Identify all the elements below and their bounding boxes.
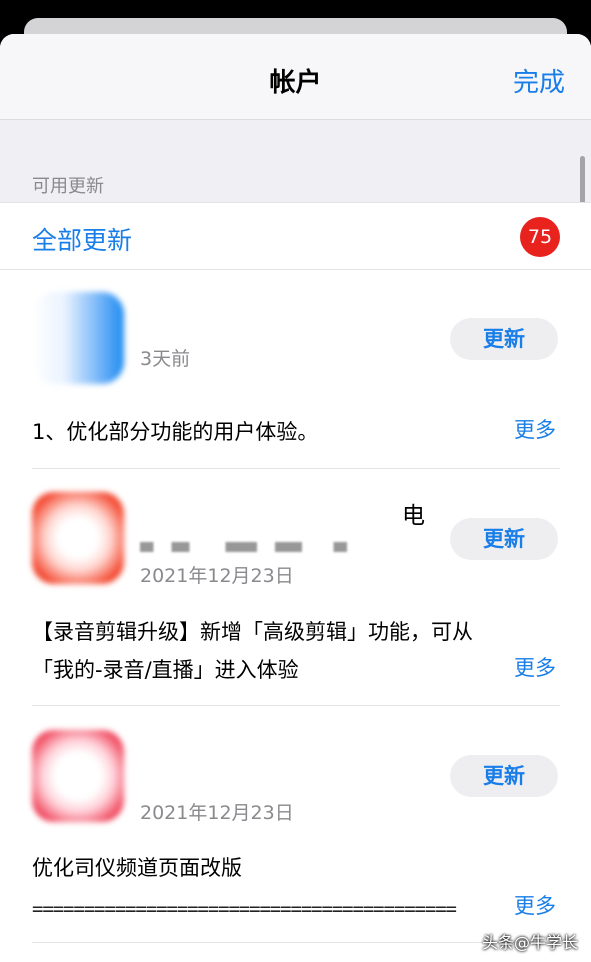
section-label: 可用更新 xyxy=(32,176,104,197)
update-count-badge: 75 xyxy=(520,217,560,257)
app-icon[interactable] xyxy=(32,292,124,384)
release-notes: 优化司仪频道页面改版 xyxy=(32,856,242,880)
app-date: 3天前 xyxy=(140,348,191,370)
release-notes-line1: 【录音剪辑升级】新增「高级剪辑」功能，可从 xyxy=(32,620,473,644)
more-link[interactable]: 更多 xyxy=(514,414,556,444)
app-date: 2021年12月23日 xyxy=(140,802,294,824)
app-date: 2021年12月23日 xyxy=(140,565,294,587)
app-name: 电 xyxy=(402,503,425,529)
update-button[interactable]: 更新 xyxy=(450,755,558,797)
update-button[interactable]: 更新 xyxy=(450,318,558,360)
app-icon[interactable] xyxy=(32,492,124,584)
divider xyxy=(32,468,560,469)
more-link[interactable]: 更多 xyxy=(514,652,556,682)
app-name-blurred xyxy=(140,542,365,552)
divider xyxy=(32,705,560,706)
release-notes-separator: ========================================… xyxy=(32,898,457,920)
navigation-bar: 帐户 完成 xyxy=(0,34,591,120)
release-notes-line2: 「我的-录音/直播」进入体验 xyxy=(32,658,299,682)
release-notes: 1、优化部分功能的用户体验。 xyxy=(32,420,319,444)
page-title: 帐户 xyxy=(269,68,322,98)
done-button[interactable]: 完成 xyxy=(513,62,565,99)
update-all-button[interactable]: 全部更新 xyxy=(32,221,132,257)
divider xyxy=(32,942,560,943)
watermark: 头条@牛学长 xyxy=(482,933,579,952)
account-sheet: 帐户 完成 可用更新 全部更新 75 3天前 更新 1、优化部分功能的用户体验。… xyxy=(0,34,591,962)
update-all-row[interactable]: 全部更新 75 xyxy=(0,202,591,270)
update-button[interactable]: 更新 xyxy=(450,518,558,560)
section-header: 可用更新 xyxy=(0,120,591,202)
app-icon[interactable] xyxy=(32,730,124,822)
more-link[interactable]: 更多 xyxy=(514,890,556,920)
